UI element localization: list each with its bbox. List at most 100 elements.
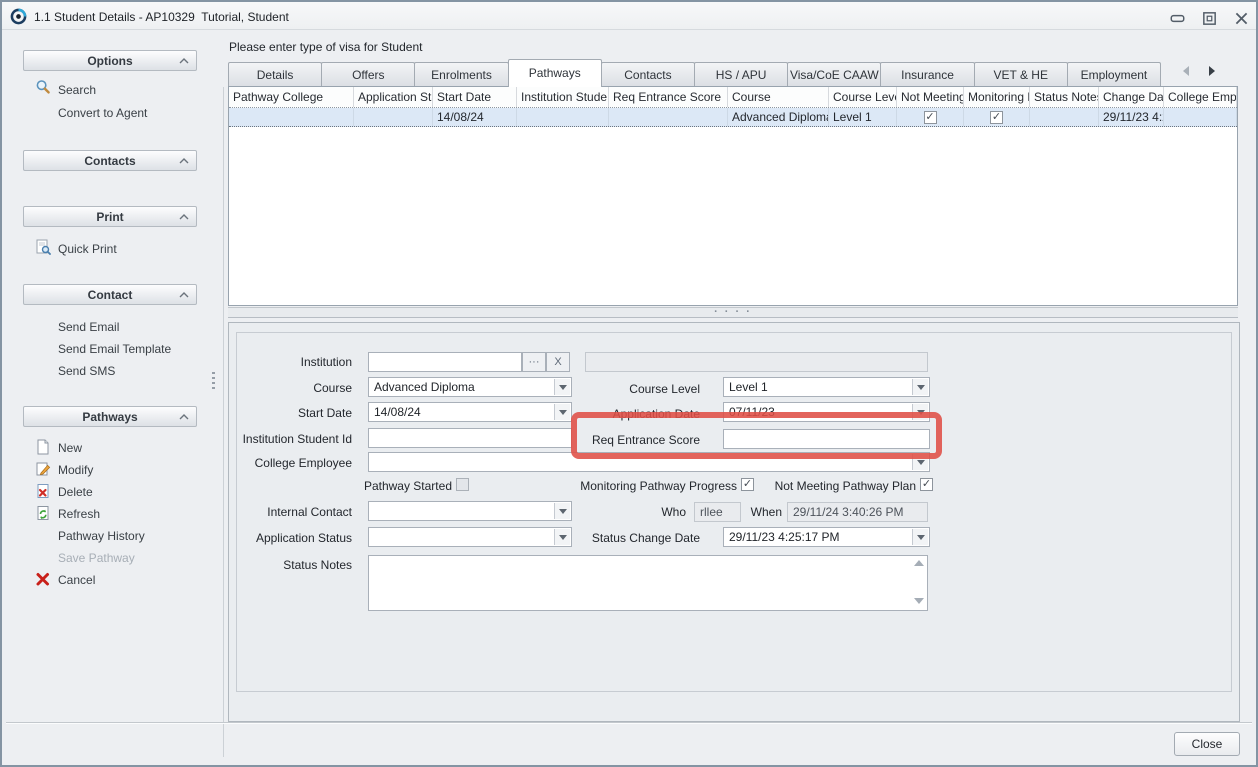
when-label: When xyxy=(744,505,782,519)
tab-vet-he[interactable]: VET & HE xyxy=(974,62,1068,86)
sidebar-section-contacts[interactable]: Contacts xyxy=(23,150,197,171)
cell-start-date: 14/08/24 xyxy=(433,108,517,126)
edit-icon xyxy=(35,461,51,477)
institution-browse-button[interactable]: ··· xyxy=(522,352,546,372)
chevron-down-icon xyxy=(917,385,925,390)
institution-clear-button[interactable]: X xyxy=(546,352,570,372)
not-meeting-pathway-plan-checkbox[interactable]: ✓ xyxy=(920,478,933,491)
tab-insurance[interactable]: Insurance xyxy=(880,62,974,86)
application-date-dropdown-button[interactable] xyxy=(912,404,928,420)
horizontal-splitter[interactable]: · · · · xyxy=(228,307,1238,318)
application-status-dropdown[interactable] xyxy=(368,527,572,547)
status-change-date-value: 29/11/23 4:25:17 PM xyxy=(729,530,840,544)
cell-pathway-college xyxy=(229,108,354,126)
tab-scroll-right-button[interactable] xyxy=(1204,62,1220,80)
sidebar-item-convert-to-agent[interactable]: Convert to Agent xyxy=(58,106,147,120)
column-header-monitoring[interactable]: Monitoring Pa xyxy=(964,87,1030,107)
sidebar-item-cancel[interactable]: Cancel xyxy=(58,573,95,587)
sidebar-section-options[interactable]: Options xyxy=(23,50,197,71)
sidebar-section-print[interactable]: Print xyxy=(23,206,197,227)
sidebar-item-new[interactable]: New xyxy=(58,441,82,455)
column-header-change-date[interactable]: Change Date xyxy=(1099,87,1164,107)
not-meeting-pathway-plan-label: Not Meeting Pathway Plan xyxy=(770,479,916,493)
monitoring-pathway-progress-checkbox[interactable]: ✓ xyxy=(741,478,754,491)
course-level-value: Level 1 xyxy=(729,380,768,394)
delete-document-icon xyxy=(35,483,51,499)
close-window-button[interactable] xyxy=(1233,11,1250,26)
cell-not-meeting: ✓ xyxy=(897,108,964,126)
scroll-up-icon[interactable] xyxy=(914,560,924,566)
sidebar-item-send-email[interactable]: Send Email xyxy=(58,320,119,334)
titlebar[interactable]: 1.1 Student Details - AP10329 Tutorial, … xyxy=(2,2,1256,30)
status-change-date-dropdown-button[interactable] xyxy=(912,529,928,545)
tab-contacts[interactable]: Contacts xyxy=(601,62,695,86)
sidebar-item-send-email-template[interactable]: Send Email Template xyxy=(58,342,171,356)
status-notes-textarea[interactable] xyxy=(368,555,928,611)
tab-visa-coe-caaw[interactable]: Visa/CoE CAAW xyxy=(787,62,881,86)
sidebar-item-delete[interactable]: Delete xyxy=(58,485,93,499)
grid-header-row: Pathway College Application Statu Start … xyxy=(229,87,1237,108)
chevron-down-icon xyxy=(917,410,925,415)
tab-hs-apu[interactable]: HS / APU xyxy=(694,62,788,86)
cell-monitoring: ✓ xyxy=(964,108,1030,126)
column-header-pathway-college[interactable]: Pathway College xyxy=(229,87,354,107)
not-meeting-checkbox[interactable]: ✓ xyxy=(924,111,937,124)
visa-notice-text: Please enter type of visa for Student xyxy=(229,40,422,54)
tab-scroll-left-button[interactable] xyxy=(1178,62,1194,80)
internal-contact-dropdown-button[interactable] xyxy=(554,503,570,519)
sidebar-item-pathway-history[interactable]: Pathway History xyxy=(58,529,145,543)
sidebar-section-contact[interactable]: Contact xyxy=(23,284,197,305)
college-employee-dropdown-button[interactable] xyxy=(912,454,928,470)
course-level-dropdown-button[interactable] xyxy=(912,379,928,395)
footer-divider-highlight xyxy=(6,723,1252,724)
sidebar-item-quick-print[interactable]: Quick Print xyxy=(58,242,117,256)
column-header-application-status[interactable]: Application Statu xyxy=(354,87,433,107)
who-label: Who xyxy=(640,505,686,519)
minimize-button[interactable] xyxy=(1169,11,1186,26)
application-status-label: Application Status xyxy=(200,531,352,545)
column-header-course[interactable]: Course xyxy=(728,87,829,107)
column-header-start-date[interactable]: Start Date xyxy=(433,87,517,107)
refresh-icon xyxy=(35,505,51,521)
close-button[interactable]: Close xyxy=(1174,732,1240,756)
arrow-left-icon xyxy=(1183,66,1189,76)
column-header-status-notes[interactable]: Status Notes xyxy=(1030,87,1099,107)
sidebar-divider xyxy=(223,87,224,757)
institution-student-id-label: Institution Student Id xyxy=(200,432,352,446)
restore-button[interactable] xyxy=(1201,11,1218,26)
grid-row-selected[interactable]: 14/08/24 Advanced Diploma Level 1 ✓ ✓ 29… xyxy=(229,108,1237,127)
sidebar-item-refresh[interactable]: Refresh xyxy=(58,507,100,521)
internal-contact-dropdown[interactable] xyxy=(368,501,572,521)
tab-details[interactable]: Details xyxy=(228,62,322,86)
column-header-college-employee[interactable]: College Emplo xyxy=(1164,87,1237,107)
tab-offers[interactable]: Offers xyxy=(321,62,415,86)
sidebar-item-modify[interactable]: Modify xyxy=(58,463,93,477)
column-header-institution-student-id[interactable]: Institution Stude xyxy=(517,87,609,107)
course-level-dropdown[interactable]: Level 1 xyxy=(723,377,930,397)
institution-label: Institution xyxy=(200,355,352,369)
column-header-req-entrance-score[interactable]: Req Entrance Score xyxy=(609,87,728,107)
status-change-date-dropdown[interactable]: 29/11/23 4:25:17 PM xyxy=(723,527,930,547)
cell-college-employee xyxy=(1164,108,1237,126)
sidebar-item-search[interactable]: Search xyxy=(58,83,96,97)
column-header-course-level[interactable]: Course Level xyxy=(829,87,897,107)
tab-strip: Details Offers Enrolments Pathways Conta… xyxy=(228,58,1160,86)
tab-enrolments[interactable]: Enrolments xyxy=(414,62,508,86)
column-header-not-meeting[interactable]: Not Meeting I xyxy=(897,87,964,107)
scroll-down-icon[interactable] xyxy=(914,598,924,604)
sidebar-section-pathways[interactable]: Pathways xyxy=(23,406,197,427)
cell-change-date: 29/11/23 4:2 xyxy=(1099,108,1164,126)
college-employee-label: College Employee xyxy=(200,456,352,470)
college-employee-dropdown[interactable] xyxy=(368,452,930,472)
sidebar-item-send-sms[interactable]: Send SMS xyxy=(58,364,115,378)
tab-pathways[interactable]: Pathways xyxy=(508,59,602,87)
pathway-started-checkbox[interactable] xyxy=(456,478,469,491)
tab-employment[interactable]: Employment xyxy=(1067,62,1161,86)
application-date-dropdown[interactable]: 07/11/23 xyxy=(723,402,930,422)
institution-input[interactable] xyxy=(368,352,522,372)
cell-institution-student-id xyxy=(517,108,609,126)
chevron-up-icon xyxy=(179,158,189,164)
close-button-label: Close xyxy=(1192,737,1223,751)
req-entrance-score-input[interactable] xyxy=(723,429,930,449)
monitoring-checkbox[interactable]: ✓ xyxy=(990,111,1003,124)
